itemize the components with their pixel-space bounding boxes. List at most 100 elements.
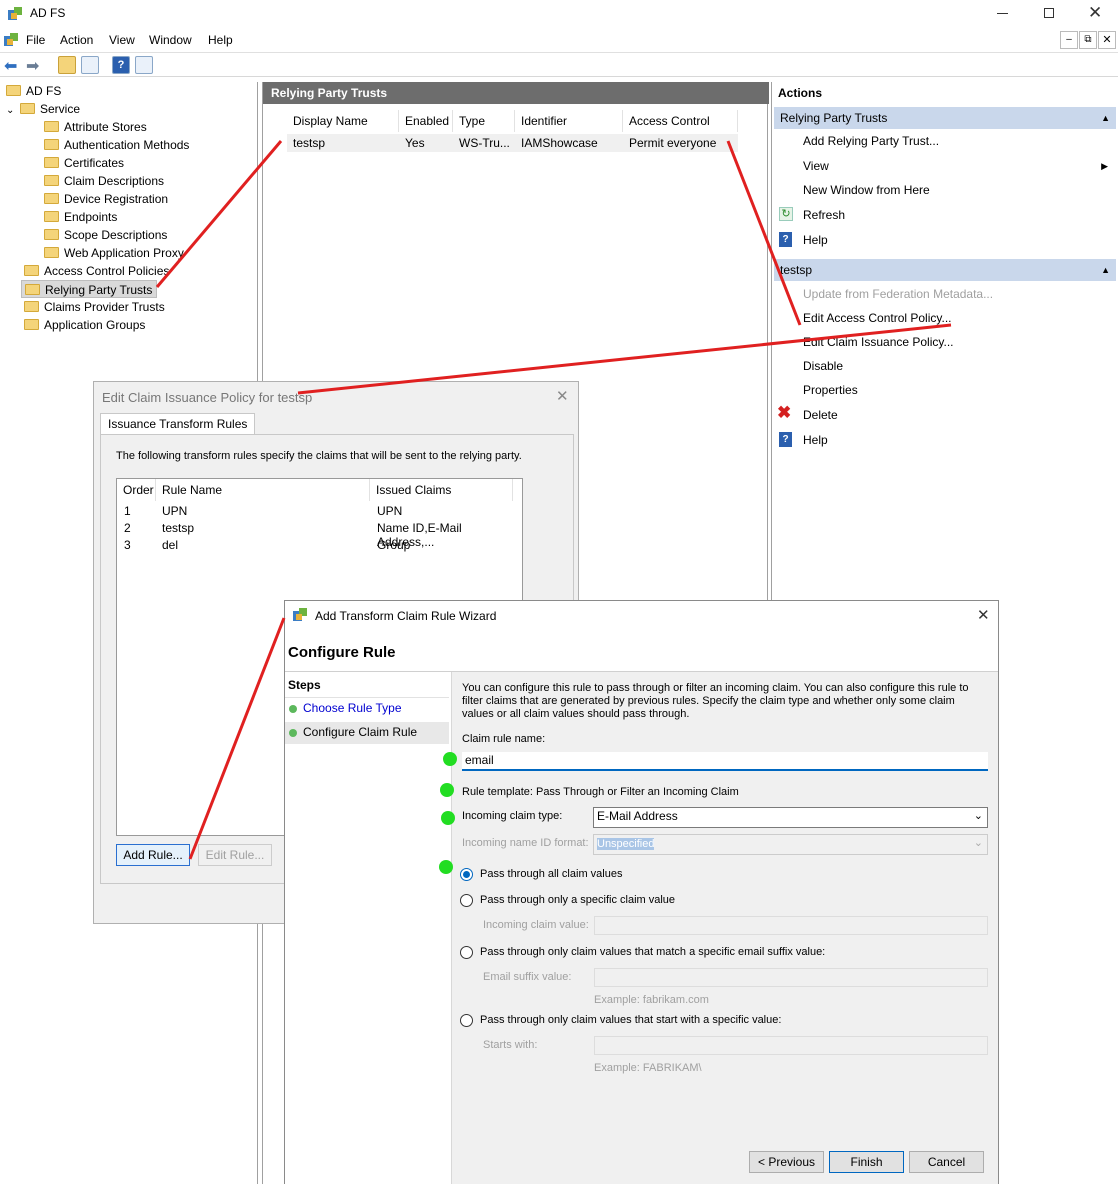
show-hide-tree-icon[interactable] <box>81 56 99 74</box>
radio-pass-all[interactable] <box>460 868 473 881</box>
wizard-heading: Configure Rule <box>288 644 396 661</box>
toolbar: ⬅ ➡ ? <box>0 52 1118 77</box>
column-identifier[interactable]: Identifier <box>515 110 623 132</box>
radio-pass-starts-with[interactable] <box>460 1014 473 1027</box>
forward-arrow-icon[interactable]: ➡ <box>26 56 39 76</box>
menu-file[interactable]: File <box>26 33 45 47</box>
column-access-control-policy[interactable]: Access Control Policy <box>623 110 738 150</box>
folder-icon <box>24 265 39 277</box>
folder-icon <box>44 157 59 169</box>
up-folder-icon[interactable] <box>58 56 76 74</box>
column-type[interactable]: Type <box>453 110 515 132</box>
maximize-icon[interactable] <box>1044 8 1054 18</box>
radio-pass-email-suffix[interactable] <box>460 946 473 959</box>
child-minimize-icon[interactable]: – <box>1060 31 1078 49</box>
action-edit-claim-issuance-policy[interactable]: Edit Claim Issuance Policy... <box>803 332 954 352</box>
previous-button[interactable]: < Previous <box>749 1151 824 1173</box>
edit-rule-button[interactable]: Edit Rule... <box>198 844 272 866</box>
radio-pass-email-suffix-label[interactable]: Pass through only claim values that matc… <box>480 946 825 958</box>
tab-issuance-transform-rules[interactable]: Issuance Transform Rules <box>100 413 256 435</box>
tree-certificates[interactable]: Certificates <box>44 154 124 172</box>
minimize-icon[interactable] <box>997 13 1008 14</box>
incoming-claim-value-input[interactable] <box>594 916 988 935</box>
collapse-icon[interactable]: ▲ <box>1101 107 1110 129</box>
step-choose-rule-type[interactable]: Choose Rule Type <box>303 701 402 715</box>
tree-application-groups[interactable]: Application Groups <box>24 316 145 334</box>
wizard-app-icon <box>292 607 308 623</box>
radio-pass-starts-with-label[interactable]: Pass through only claim values that star… <box>480 1014 781 1026</box>
close-icon[interactable]: ✕ <box>977 606 990 624</box>
menu-help[interactable]: Help <box>208 33 233 47</box>
action-properties[interactable]: Properties <box>803 380 858 400</box>
action-view[interactable]: View ▶ <box>803 156 1108 176</box>
chevron-down-icon[interactable]: ⌄ <box>6 102 20 120</box>
tree-service[interactable]: ⌄ Service <box>6 100 80 118</box>
actions-section-relying-party-trusts[interactable]: Relying Party Trusts ▲ <box>774 107 1116 129</box>
tree-authentication-methods[interactable]: Authentication Methods <box>44 136 189 154</box>
menu-window[interactable]: Window <box>149 33 192 47</box>
wizard-title: Add Transform Claim Rule Wizard <box>315 609 497 623</box>
action-new-window[interactable]: New Window from Here <box>803 180 930 200</box>
show-hide-action-pane-icon[interactable] <box>135 56 153 74</box>
column-order[interactable]: Order <box>117 479 156 501</box>
tree-claims-provider-trusts[interactable]: Claims Provider Trusts <box>24 298 165 316</box>
tree-endpoints[interactable]: Endpoints <box>44 208 117 226</box>
starts-with-input[interactable] <box>594 1036 988 1055</box>
steps-title: Steps <box>288 678 321 692</box>
back-arrow-icon[interactable]: ⬅ <box>4 56 17 76</box>
close-icon[interactable]: ✕ <box>1088 3 1102 23</box>
tree-scope-descriptions[interactable]: Scope Descriptions <box>44 226 167 244</box>
table-row[interactable]: 3 del Group <box>117 538 517 555</box>
incoming-claim-type-select[interactable]: E-Mail Address ⌄ <box>593 807 988 828</box>
email-suffix-value-input[interactable] <box>594 968 988 987</box>
radio-pass-all-label[interactable]: Pass through all claim values <box>480 868 622 880</box>
tree-root[interactable]: AD FS <box>6 82 61 100</box>
tree-claim-descriptions[interactable]: Claim Descriptions <box>44 172 164 190</box>
tree-access-control-policies[interactable]: Access Control Policies <box>24 262 169 280</box>
adfs-app-icon <box>7 6 23 22</box>
column-issued-claims[interactable]: Issued Claims <box>370 479 513 501</box>
tree-attribute-stores[interactable]: Attribute Stores <box>44 118 147 136</box>
action-refresh[interactable]: Refresh <box>803 205 845 225</box>
folder-icon <box>44 121 59 133</box>
email-suffix-value-label: Email suffix value: <box>483 971 572 983</box>
table-row[interactable]: 2 testsp Name ID,E-Mail Address,... <box>117 521 517 549</box>
mmc-icon <box>3 32 19 48</box>
step-configure-claim-rule: Configure Claim Rule <box>303 725 418 739</box>
child-restore-icon[interactable]: ⧉ <box>1079 31 1097 49</box>
radio-pass-specific-value[interactable] <box>460 894 473 907</box>
column-rule-name[interactable]: Rule Name <box>156 479 370 501</box>
menu-view[interactable]: View <box>109 33 135 47</box>
window-title: AD FS <box>30 6 66 20</box>
menu-action[interactable]: Action <box>60 33 93 47</box>
folder-icon <box>24 319 39 331</box>
add-rule-button[interactable]: Add Rule... <box>116 844 190 866</box>
claim-rule-name-input[interactable]: email <box>462 752 988 771</box>
tree-relying-party-trusts[interactable]: Relying Party Trusts <box>21 280 158 298</box>
help-icon[interactable]: ? <box>112 56 130 74</box>
incoming-name-id-format-select[interactable]: Unspecified ⌄ <box>593 834 988 855</box>
action-disable[interactable]: Disable <box>803 356 843 376</box>
help-icon: ? <box>779 232 792 247</box>
cancel-button[interactable]: Cancel <box>909 1151 984 1173</box>
title-bar: AD FS ✕ <box>0 0 1118 28</box>
action-help[interactable]: Help <box>803 230 828 250</box>
column-enabled[interactable]: Enabled <box>399 110 453 132</box>
folder-icon <box>20 103 35 115</box>
column-display-name[interactable]: Display Name <box>287 110 399 132</box>
delete-icon: ✖ <box>777 403 792 422</box>
tree-web-application-proxy[interactable]: Web Application Proxy <box>44 244 184 262</box>
tree-device-registration[interactable]: Device Registration <box>44 190 168 208</box>
action-delete[interactable]: Delete <box>803 405 838 425</box>
action-edit-access-control-policy[interactable]: Edit Access Control Policy... <box>803 308 952 328</box>
close-icon[interactable]: ✕ <box>556 387 569 405</box>
collapse-icon[interactable]: ▲ <box>1101 259 1110 281</box>
table-row[interactable]: 1 UPN UPN <box>117 504 517 521</box>
action-add-relying-party-trust[interactable]: Add Relying Party Trust... <box>803 131 939 151</box>
radio-pass-specific-value-label[interactable]: Pass through only a specific claim value <box>480 894 675 906</box>
action-help-testsp[interactable]: Help <box>803 430 828 450</box>
action-update-from-federation-metadata[interactable]: Update from Federation Metadata... <box>803 284 993 304</box>
child-close-icon[interactable]: ✕ <box>1098 31 1116 49</box>
finish-button[interactable]: Finish <box>829 1151 904 1173</box>
actions-section-testsp[interactable]: testsp ▲ <box>774 259 1116 281</box>
